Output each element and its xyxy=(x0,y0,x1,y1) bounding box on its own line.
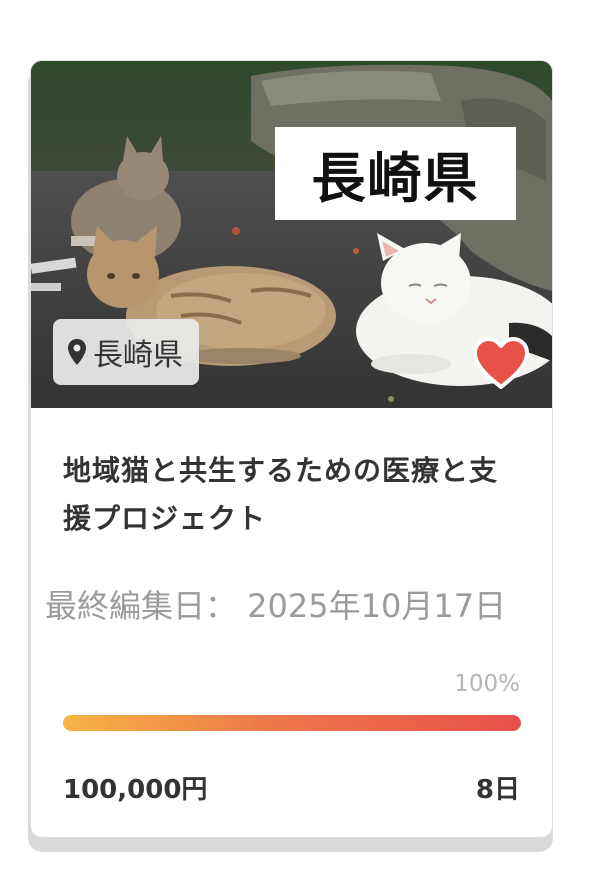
project-card[interactable]: 長崎県 長崎県 地域猫と共生するための医療と支援プロジェクト 最終編集日： 20… xyxy=(30,60,553,838)
project-photo[interactable]: 長崎県 長崎県 xyxy=(31,61,552,408)
target-amount: 100,000円 xyxy=(63,775,208,805)
last-edited-date: 最終編集日： 2025年10月17日 xyxy=(45,587,507,625)
location-badge: 長崎県 xyxy=(53,319,199,385)
days-remaining: 8日 xyxy=(475,775,520,805)
heart-icon xyxy=(473,337,529,389)
progress-bar-fill xyxy=(63,715,521,731)
location-label: 長崎県 xyxy=(93,338,183,373)
progress-percent: 100% xyxy=(454,671,520,697)
favorite-button[interactable] xyxy=(471,336,531,390)
project-title[interactable]: 地域猫と共生するための医療と支援プロジェクト xyxy=(63,447,523,543)
image-sign-text: 長崎県 xyxy=(275,127,516,220)
progress-bar xyxy=(63,715,521,731)
map-pin-icon xyxy=(68,339,86,365)
